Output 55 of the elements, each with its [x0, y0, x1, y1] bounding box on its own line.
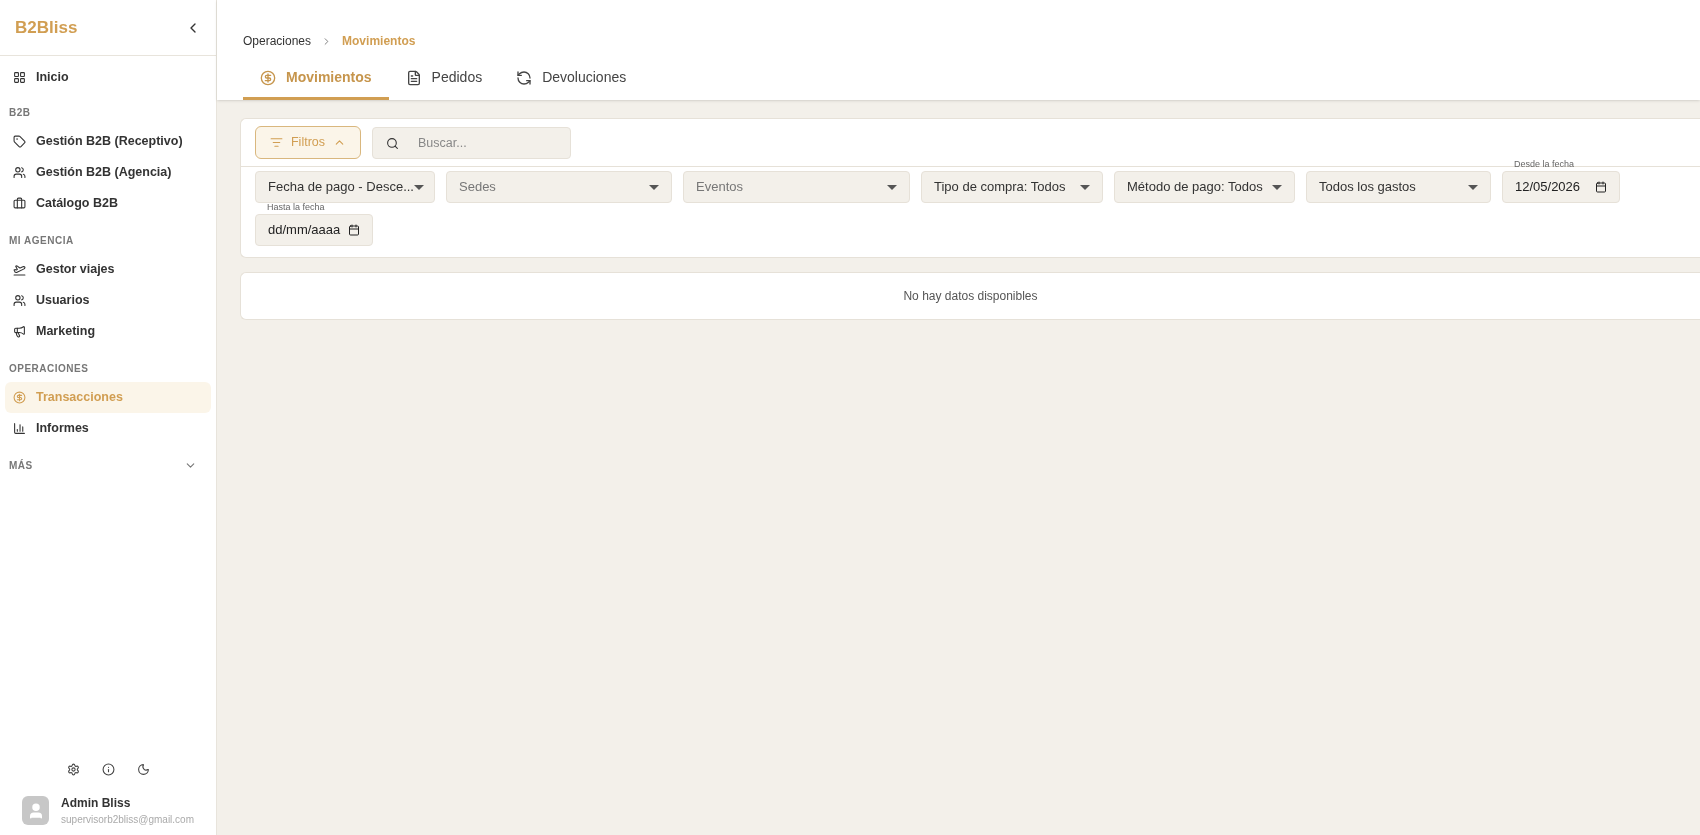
field-label: Hasta la fecha [267, 202, 325, 212]
refresh-icon [516, 69, 533, 86]
section-heading: B2B [9, 106, 31, 120]
sidebar-item[interactable]: Marketing [5, 316, 211, 347]
sidebar-item[interactable]: Gestor viajes [5, 254, 211, 285]
plane-icon [13, 263, 26, 276]
select-field[interactable]: Sedes [446, 171, 672, 203]
sidebar-item[interactable]: Catálogo B2B [5, 188, 211, 219]
sidebar-item[interactable]: Usuarios [5, 285, 211, 316]
dollar-icon [260, 69, 276, 86]
dollar-icon [13, 391, 26, 404]
breadcrumb-item[interactable]: Operaciones [243, 32, 312, 50]
caret-icon [1468, 184, 1478, 190]
empty-message: No hay datos disponibles [903, 288, 1038, 305]
chart-icon [13, 422, 26, 435]
grid-icon [13, 71, 26, 84]
sidebar-item[interactable]: Gestión B2B (Agencia) [5, 157, 211, 188]
briefcase-icon [13, 197, 26, 210]
info-icon[interactable] [101, 763, 115, 776]
section-heading: OPERACIONES [9, 362, 89, 376]
tab[interactable]: Pedidos [388, 58, 500, 100]
megaphone-icon [13, 325, 26, 338]
calendar-icon[interactable] [1595, 181, 1607, 193]
settings-icon[interactable] [66, 763, 80, 776]
select-field[interactable]: Tipo de compra: Todos [921, 171, 1103, 203]
moon-icon[interactable] [136, 763, 150, 776]
document-icon [405, 69, 422, 86]
search-icon [386, 136, 399, 150]
filter-icon [270, 136, 283, 149]
tab[interactable]: Devoluciones [499, 58, 644, 100]
select-field[interactable]: Eventos [683, 171, 910, 203]
select-field[interactable]: Fecha de pago - Desce... [255, 171, 435, 203]
date-field[interactable]: 12/05/2026 [1502, 171, 1620, 203]
section-heading: MI AGENCIA [9, 234, 74, 248]
caret-icon [1272, 184, 1282, 190]
date-field[interactable]: dd/mm/aaaa [255, 214, 373, 246]
calendar-icon[interactable] [348, 224, 360, 236]
select-field[interactable]: Método de pago: Todos [1114, 171, 1295, 203]
caret-icon [414, 184, 424, 190]
caret-icon [649, 184, 659, 190]
section-heading[interactable]: MÁS [9, 458, 33, 473]
users-icon [13, 294, 26, 307]
search-field[interactable]: Buscar... [372, 126, 571, 159]
sidebar-item[interactable]: Gestión B2B (Receptivo) [5, 126, 211, 157]
field-label: Desde la fecha [1514, 159, 1575, 169]
user-email: supervisorb2bliss@gmail.com [61, 813, 194, 827]
sidebar-item[interactable]: Inicio [5, 62, 211, 93]
breadcrumb-item: Movimientos [342, 33, 416, 50]
users-icon [13, 166, 26, 179]
caret-icon [887, 184, 897, 190]
caret-icon [1080, 184, 1090, 190]
user-name: Admin Bliss [61, 795, 132, 812]
sidebar-item[interactable]: Informes [5, 413, 211, 444]
tag-icon [13, 135, 26, 148]
select-field[interactable]: Todos los gastos [1306, 171, 1491, 203]
